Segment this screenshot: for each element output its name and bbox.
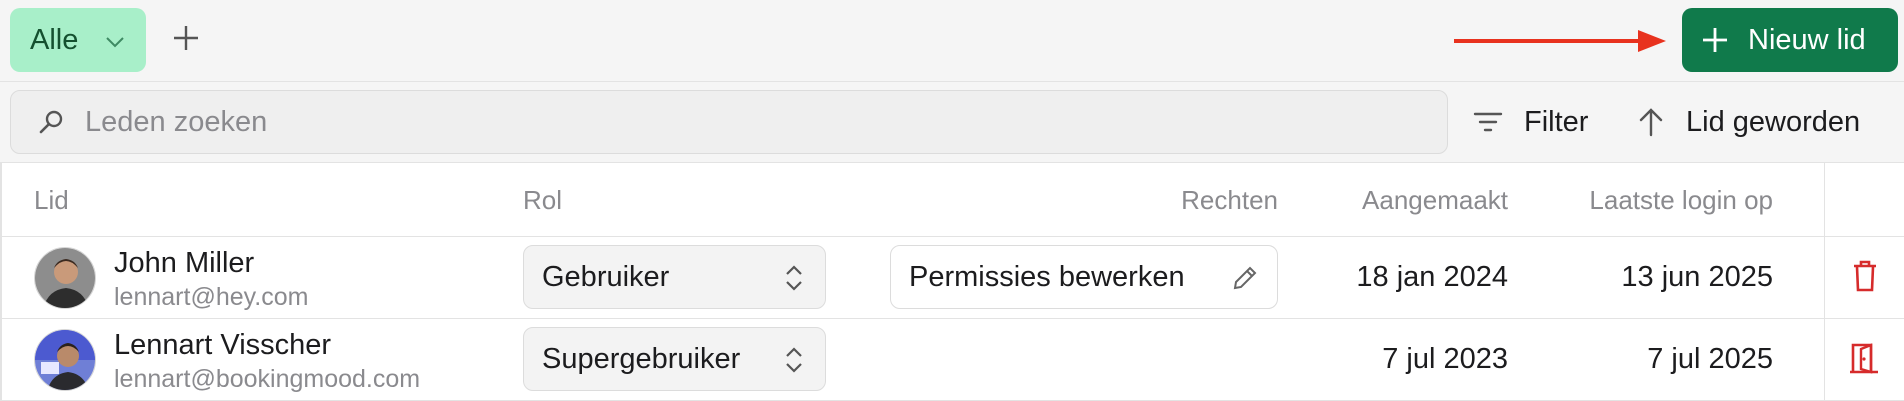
tab-alle-label: Alle [30,23,79,56]
role-value: Supergebruiker [542,342,741,375]
chevron-down-icon [104,28,126,61]
column-header-role[interactable]: Rol [523,185,562,216]
filter-button[interactable]: Filter [1472,90,1588,154]
annotation-arrow [1454,30,1666,52]
sort-label: Lid geworden [1686,105,1861,138]
created-date: 7 jul 2023 [1382,343,1508,375]
plus-icon [171,23,201,58]
search-toolbar: Filter Lid geworden [0,82,1904,163]
search-input[interactable] [83,104,1447,140]
tab-alle-dropdown[interactable]: Alle [10,8,146,72]
avatar [34,329,96,391]
top-bar: Alle Nieuw lid [0,0,1904,82]
add-tab-button[interactable] [166,20,206,60]
avatar [34,247,96,309]
column-header-created[interactable]: Aangemaakt [1362,185,1508,216]
search-icon [37,108,65,136]
column-header-last-login[interactable]: Laatste login op [1589,185,1773,216]
pencil-icon [1231,264,1259,300]
column-header-rights[interactable]: Rechten [1181,185,1278,216]
member-email: lennart@bookingmood.com [114,365,421,393]
column-header-member[interactable]: Lid [34,185,69,216]
edit-permissions-label: Permissies bewerken [909,260,1185,293]
new-member-button[interactable]: Nieuw lid [1682,8,1898,72]
table-row: Lennart Visscher lennart@bookingmood.com… [0,319,1904,401]
search-box [10,90,1448,154]
role-select[interactable]: Supergebruiker [523,327,826,391]
filter-icon [1472,108,1504,136]
edit-permissions-button[interactable]: Permissies bewerken [890,245,1278,309]
last-login-date: 7 jul 2025 [1647,343,1773,375]
filter-label: Filter [1524,105,1589,138]
plus-icon [1700,25,1730,55]
member-email: lennart@hey.com [114,283,309,311]
new-member-label: Nieuw lid [1748,23,1866,56]
member-name: John Miller [114,247,255,279]
actions-column-divider [1824,163,1825,400]
table-row: John Miller lennart@hey.com Gebruiker Pe… [0,237,1904,319]
role-value: Gebruiker [542,260,670,293]
chevron-up-down-icon [783,263,805,301]
created-date: 18 jan 2024 [1356,261,1508,293]
member-name: Lennart Visscher [114,329,332,361]
door-exit-icon[interactable] [1849,341,1881,375]
trash-icon[interactable] [1849,259,1881,293]
role-select[interactable]: Gebruiker [523,245,826,309]
table-left-border [0,163,2,400]
table-header: Lid Rol Rechten Aangemaakt Laatste login… [0,163,1904,237]
last-login-date: 13 jun 2025 [1621,261,1773,293]
chevron-up-down-icon [783,345,805,383]
sort-button[interactable]: Lid geworden [1636,90,1860,154]
arrow-up-icon [1636,106,1666,138]
